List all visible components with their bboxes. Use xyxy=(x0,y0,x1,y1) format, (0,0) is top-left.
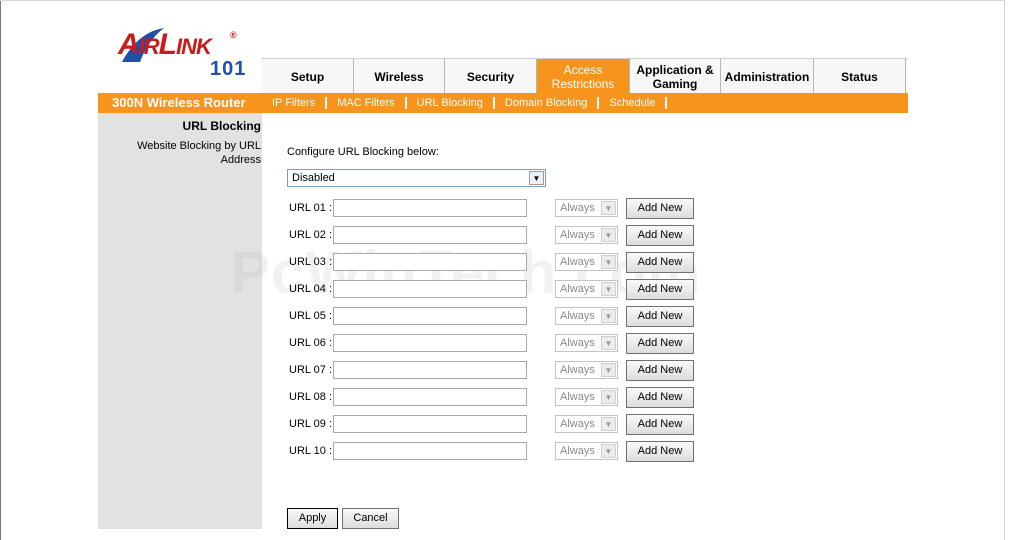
url-row-label: URL 04 : xyxy=(289,283,333,295)
url-row-label: URL 09 : xyxy=(289,418,333,430)
url-input[interactable] xyxy=(333,334,527,352)
chevron-down-icon[interactable]: ▼ xyxy=(601,201,616,215)
url-row-label: URL 06 : xyxy=(289,337,333,349)
add-new-button[interactable]: Add New xyxy=(626,252,694,273)
url-input[interactable] xyxy=(333,361,527,379)
add-new-button[interactable]: Add New xyxy=(626,198,694,219)
tab-security[interactable]: Security xyxy=(445,59,537,94)
schedule-value: Always xyxy=(560,283,595,295)
url-input[interactable] xyxy=(333,307,527,325)
url-input[interactable] xyxy=(333,199,527,217)
main-tabs: Setup Wireless Security Access Restrictions… xyxy=(262,58,908,94)
url-row-label: URL 01 : xyxy=(289,202,333,214)
chevron-down-icon[interactable]: ▼ xyxy=(601,444,616,458)
schedule-value: Always xyxy=(560,337,595,349)
subtab-ip-filters[interactable]: IP Filters xyxy=(262,97,328,109)
url-blocking-mode-select[interactable]: Disabled ▼ xyxy=(287,169,546,187)
add-new-button[interactable]: Add New xyxy=(626,387,694,408)
subtab-url-blocking[interactable]: URL Blocking xyxy=(407,97,495,109)
add-new-button[interactable]: Add New xyxy=(626,306,694,327)
url-row-label: URL 03 : xyxy=(289,256,333,268)
schedule-value: Always xyxy=(560,391,595,403)
chevron-down-icon[interactable]: ▼ xyxy=(601,336,616,350)
url-input[interactable] xyxy=(333,280,527,298)
url-row-label: URL 07 : xyxy=(289,364,333,376)
mode-select-value: Disabled xyxy=(292,172,335,184)
apply-button[interactable]: Apply xyxy=(287,508,338,529)
subtab-schedule[interactable]: Schedule xyxy=(599,97,668,109)
logo-letter-a: A xyxy=(118,28,140,61)
chevron-down-icon[interactable]: ▼ xyxy=(601,282,616,296)
tab-access-restrictions[interactable]: Access Restrictions xyxy=(537,59,630,94)
schedule-value: Always xyxy=(560,310,595,322)
schedule-value: Always xyxy=(560,418,595,430)
url-input[interactable] xyxy=(333,253,527,271)
vertical-scrollbar[interactable] xyxy=(1004,0,1022,540)
configure-label: Configure URL Blocking below: xyxy=(287,146,439,158)
window-top-edge xyxy=(0,0,1022,1)
url-input[interactable] xyxy=(333,226,527,244)
logo-letters-ink: INK xyxy=(176,34,212,59)
add-new-button[interactable]: Add New xyxy=(626,360,694,381)
subtab-mac-filters[interactable]: MAC Filters xyxy=(327,97,407,109)
chevron-down-icon[interactable]: ▼ xyxy=(601,417,616,431)
add-new-button[interactable]: Add New xyxy=(626,279,694,300)
tab-wireless[interactable]: Wireless xyxy=(354,59,445,94)
url-input[interactable] xyxy=(333,415,527,433)
tab-administration[interactable]: Administration xyxy=(721,59,814,94)
logo-number: 101 xyxy=(210,58,247,80)
schedule-select[interactable]: Always ▼ xyxy=(555,280,618,298)
tab-application-gaming[interactable]: Application & Gaming xyxy=(630,59,721,94)
section-description: Website Blocking by URL Address xyxy=(137,140,261,166)
schedule-select[interactable]: Always ▼ xyxy=(555,388,618,406)
router-model-name: 300N Wireless Router xyxy=(112,95,246,110)
logo-letter-l: L xyxy=(158,28,177,61)
add-new-button[interactable]: Add New xyxy=(626,414,694,435)
add-new-button[interactable]: Add New xyxy=(626,225,694,246)
schedule-value: Always xyxy=(560,364,595,376)
left-info-panel xyxy=(98,113,262,529)
chevron-down-icon[interactable]: ▼ xyxy=(601,309,616,323)
chevron-down-icon[interactable]: ▼ xyxy=(601,390,616,404)
schedule-value: Always xyxy=(560,445,595,457)
logo-letters-ir: IR xyxy=(138,34,160,59)
url-row-label: URL 02 : xyxy=(289,229,333,241)
section-title: URL Blocking xyxy=(182,119,261,133)
schedule-select[interactable]: Always ▼ xyxy=(555,334,618,352)
schedule-select[interactable]: Always ▼ xyxy=(555,361,618,379)
chevron-down-icon[interactable]: ▼ xyxy=(529,171,544,185)
sub-tabs: IP Filters MAC Filters URL Blocking Domain … xyxy=(262,93,668,113)
chevron-down-icon[interactable]: ▼ xyxy=(601,363,616,377)
schedule-value: Always xyxy=(560,229,595,241)
schedule-select[interactable]: Always ▼ xyxy=(555,307,618,325)
subtab-domain-blocking[interactable]: Domain Blocking xyxy=(495,97,600,109)
url-row-label: URL 05 : xyxy=(289,310,333,322)
url-input[interactable] xyxy=(333,442,527,460)
schedule-select[interactable]: Always ▼ xyxy=(555,226,618,244)
schedule-value: Always xyxy=(560,256,595,268)
logo-wordmark: AIRLINK xyxy=(118,28,212,62)
schedule-select[interactable]: Always ▼ xyxy=(555,253,618,271)
add-new-button[interactable]: Add New xyxy=(626,333,694,354)
tab-status[interactable]: Status xyxy=(814,59,906,94)
airlink-logo: AIRLINK ® 101 xyxy=(118,26,258,88)
url-input[interactable] xyxy=(333,388,527,406)
logo-registered-mark: ® xyxy=(230,30,237,40)
schedule-select[interactable]: Always ▼ xyxy=(555,442,618,460)
tab-setup[interactable]: Setup xyxy=(262,59,354,94)
url-row-label: URL 10 : xyxy=(289,445,333,457)
schedule-select[interactable]: Always ▼ xyxy=(555,199,618,217)
schedule-select[interactable]: Always ▼ xyxy=(555,415,618,433)
schedule-value: Always xyxy=(560,202,595,214)
chevron-down-icon[interactable]: ▼ xyxy=(601,228,616,242)
cancel-button[interactable]: Cancel xyxy=(342,508,399,529)
add-new-button[interactable]: Add New xyxy=(626,441,694,462)
window-left-edge xyxy=(0,0,1,540)
url-row-label: URL 08 : xyxy=(289,391,333,403)
chevron-down-icon[interactable]: ▼ xyxy=(601,255,616,269)
